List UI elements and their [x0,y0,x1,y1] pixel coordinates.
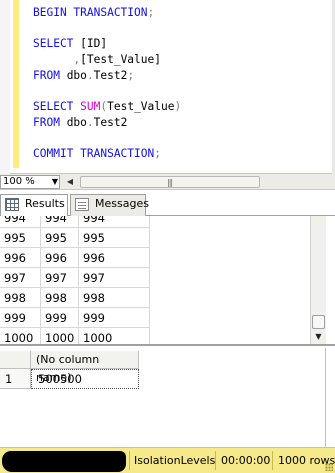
code-token: SELECT [33,100,81,114]
table-cell[interactable]: 1000 [0,328,41,344]
code-token: FROM [33,115,67,129]
results-grid-1[interactable]: 994 994 994 995 995 995 996 996 996 997 997 997 998 9… [0,216,335,346]
code-token: FROM [33,68,67,82]
editor-gutter [0,0,10,174]
table-cell[interactable]: 997 [41,268,79,288]
grid-vertical-scrollbar[interactable]: ▼ [310,216,326,344]
table-row[interactable]: 997 997 997 [0,268,150,288]
code-token: [ID] [80,37,108,51]
table-cell[interactable]: 999 [0,308,41,328]
messages-icon [75,198,89,211]
table-cell[interactable]: 999 [79,308,150,328]
code-line[interactable]: SELECT SUM(Test_Value) [33,99,181,115]
tab-messages[interactable]: Messages [70,194,149,216]
table-cell[interactable]: 998 [0,288,41,308]
zoom-select[interactable]: 100 % ▼ [0,175,60,189]
table-cell[interactable]: 994 [41,216,79,228]
table-row[interactable]: 1 500500 [0,369,139,389]
table-row[interactable]: 999 999 999 [0,308,150,328]
code-token: dbo [66,68,87,82]
table-cell[interactable]: 994 [0,216,41,228]
dropdown-arrow-icon[interactable]: ▼ [52,176,58,188]
table-cell[interactable]: 995 [0,228,41,248]
table-cell[interactable]: 998 [41,288,79,308]
table-cell[interactable]: 995 [41,228,79,248]
code-line[interactable] [33,21,181,37]
table-row[interactable]: 998 998 998 [0,288,150,308]
table-cell[interactable]: 994 [79,216,150,228]
code-line[interactable]: FROM dbo.Test2; [33,68,181,84]
column-header[interactable]: (No column name) [31,351,139,384]
grip-icon: ||| [167,178,173,187]
table-cell[interactable]: 998 [79,288,150,308]
code-token: SUM [80,100,101,114]
results-grid-2[interactable]: (No column name) 1 500500 [0,348,335,447]
table-cell[interactable]: 1000 [41,328,79,344]
table-cell[interactable]: 997 [79,268,150,288]
code-token: ; [154,147,161,161]
status-bar: IsolationLevels 00:00:00 1000 rows [0,447,335,473]
grid-header: (No column name) [0,351,139,384]
code-token: COMMIT TRANSACTION [33,147,155,161]
table-cell[interactable]: 996 [0,248,41,268]
table-cell[interactable]: 996 [79,248,150,268]
code-token: Test2 [93,115,128,129]
tab-results[interactable]: Results [0,194,68,217]
code-line[interactable]: ,[Test_Value] [33,52,181,68]
code-line[interactable] [33,83,181,99]
table-cell[interactable]: 995 [79,228,150,248]
code-line[interactable]: FROM dbo.Test2 [33,115,181,131]
code-token: SELECT [33,37,81,51]
code-line[interactable]: BEGIN TRANSACTION; [33,5,181,21]
code-token: dbo [66,115,87,129]
sql-code[interactable]: BEGIN TRANSACTION; SELECT [ID] ,[Test_Val… [33,5,181,162]
code-token: ) [174,100,182,114]
resize-grip-icon[interactable] [325,463,333,471]
status-separator [272,451,273,470]
status-separator [129,451,130,470]
table-cell[interactable]: 996 [41,248,79,268]
code-token: Test2 [93,68,128,82]
zoom-scroll-bar: 100 % ▼ ◀ ||| [0,174,335,190]
zoom-value: 100 % [3,176,35,187]
query-editor[interactable]: BEGIN TRANSACTION; SELECT [ID] ,[Test_Val… [0,0,335,174]
row-header-corner[interactable] [0,351,31,369]
code-token: Test_Value [107,100,175,114]
table-cell[interactable]: 999 [41,308,79,328]
code-token: [Test_Value] [80,53,161,67]
table-cell[interactable]: 1000 [79,328,150,344]
status-separator [215,451,216,470]
code-token: . [86,115,94,129]
code-token: ; [127,68,135,82]
change-indicator-bar [13,0,19,168]
grid-scroll-thumb[interactable] [312,315,325,329]
tab-results-label: Results [25,197,65,210]
code-line[interactable]: SELECT [ID] [33,36,181,52]
table-row[interactable]: 996 996 996 [0,248,150,268]
code-token: , [33,53,81,67]
code-token: ; [147,6,155,19]
status-database: IsolationLevels [134,454,216,467]
status-elapsed-time: 00:00:00 [221,454,271,467]
selected-cell[interactable]: 500500 [31,369,139,389]
scroll-down-icon[interactable]: ▼ [311,329,326,344]
code-token: BEGIN TRANSACTION [33,6,148,19]
row-number[interactable]: 1 [0,369,31,389]
table-row[interactable]: 995 995 995 [0,228,150,248]
grid-icon [5,198,19,211]
table-row[interactable]: 1000 1000 1000 [0,328,150,344]
results-tab-bar: Results Messages [0,190,335,217]
redacted-server-name [2,451,126,472]
tab-messages-label: Messages [95,197,149,210]
code-token: . [86,68,94,82]
table-cell[interactable]: 997 [0,268,41,288]
grid-divider [325,348,326,447]
code-line[interactable]: COMMIT TRANSACTION; [33,146,181,162]
code-line[interactable] [33,131,181,147]
scroll-left-icon[interactable]: ◀ [64,175,76,189]
table-row[interactable]: 994 994 994 [0,216,150,228]
horizontal-scroll-thumb[interactable]: ||| [80,176,260,188]
